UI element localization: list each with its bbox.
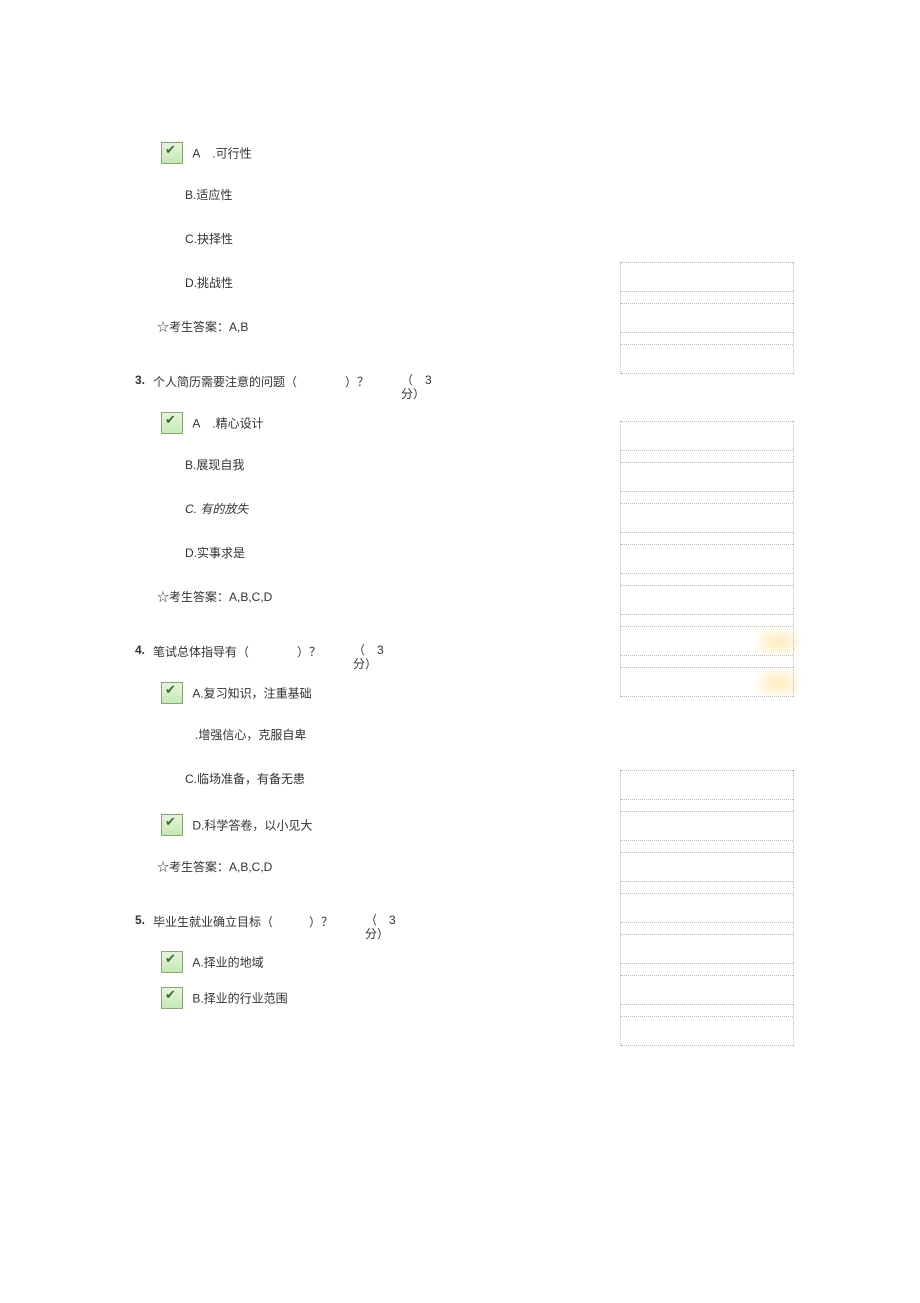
side-row [621, 585, 793, 615]
question-3-block: 3. 个人简历需要注意的问题（ ）？ （ 3 分） A .精心设计 B.展现自我… [135, 373, 555, 605]
candidate-answer: ☆考生答案：A,B,C,D [157, 858, 555, 875]
option-c-row: C.抉择性 [185, 230, 555, 252]
option-a-label: A .精心设计 [192, 416, 263, 430]
candidate-answer: ☆考生答案：A,B,C,D [157, 588, 555, 605]
option-b-row: B.展现自我 [185, 456, 555, 478]
option-a-row: A.复习知识，注重基础 [161, 682, 555, 704]
side-row [621, 262, 793, 292]
question-points-open: （ 3 [353, 643, 384, 657]
option-d-label: D.科学答卷，以小见大 [192, 818, 312, 832]
question-points-close: 分） [365, 927, 389, 941]
question-number: 4. [135, 643, 153, 657]
option-d-row: D.实事求是 [185, 544, 555, 566]
side-table-3 [620, 770, 794, 1046]
question-points-close: 分） [353, 657, 377, 671]
question-text: 笔试总体指导有（ ）？ [153, 643, 321, 660]
option-c-row: C.临场准备，有备无患 [185, 770, 555, 792]
checkbox-icon[interactable] [161, 682, 183, 704]
option-c-label: C. 有的放失 [185, 502, 248, 516]
question-3-header: 3. 个人简历需要注意的问题（ ）？ （ 3 分） [135, 373, 555, 402]
option-a-row: A.择业的地域 [161, 951, 555, 973]
option-d-row: D.挑战性 [185, 274, 555, 296]
option-b-row: .增强信心，克服自卑 [195, 726, 555, 748]
option-a-row: A .可行性 [161, 142, 555, 164]
option-d-row: D.科学答卷，以小见大 [161, 814, 555, 836]
option-b-row: B.择业的行业范围 [161, 987, 555, 1009]
question-4-block: 4. 笔试总体指导有（ ）？ （ 3 分） A.复习知识，注重基础 .增强信心，… [135, 643, 555, 875]
question-points-open: （ 3 [401, 373, 432, 387]
checkbox-icon[interactable] [161, 814, 183, 836]
question-text: 个人简历需要注意的问题（ ）？ [153, 373, 369, 390]
side-row [621, 303, 793, 333]
question-4-header: 4. 笔试总体指导有（ ）？ （ 3 分） [135, 643, 555, 672]
option-d-label: D.实事求是 [185, 546, 245, 560]
question-number: 5. [135, 913, 153, 927]
side-row [621, 811, 793, 841]
option-c-row: C. 有的放失 [185, 500, 555, 522]
checkbox-icon[interactable] [161, 951, 183, 973]
checkbox-icon[interactable] [161, 142, 183, 164]
checkbox-icon[interactable] [161, 412, 183, 434]
checkbox-icon[interactable] [161, 987, 183, 1009]
side-row [621, 421, 793, 451]
side-row [621, 626, 793, 656]
option-b-label: B.适应性 [185, 188, 232, 202]
question-points-close: 分） [401, 387, 425, 401]
option-c-label: C.抉择性 [185, 232, 233, 246]
question-5-header: 5. 毕业生就业确立目标（ ）？ （ 3 分） [135, 913, 555, 942]
side-table-2 [620, 421, 794, 697]
side-row [621, 893, 793, 923]
option-c-label: C.临场准备，有备无患 [185, 772, 305, 786]
side-row [621, 1016, 793, 1046]
side-row [621, 544, 793, 574]
option-b-label: B.择业的行业范围 [192, 992, 287, 1006]
option-b-label: B.展现自我 [185, 458, 244, 472]
option-d-label: D.挑战性 [185, 276, 233, 290]
side-table-1 [620, 262, 794, 374]
question-number: 3. [135, 373, 153, 387]
side-row [621, 852, 793, 882]
question-5-block: 5. 毕业生就业确立目标（ ）？ （ 3 分） A.择业的地域 B.择业的行业范… [135, 913, 555, 1010]
side-row [621, 934, 793, 964]
question-points-open: （ 3 [365, 913, 396, 927]
side-row [621, 975, 793, 1005]
side-row [621, 667, 793, 697]
option-b-row: B.适应性 [185, 186, 555, 208]
side-row [621, 503, 793, 533]
side-row [621, 770, 793, 800]
candidate-answer: ☆考生答案：A,B [157, 318, 555, 335]
question-2-block: A .可行性 B.适应性 C.抉择性 D.挑战性 ☆考生答案：A,B [135, 142, 555, 335]
question-text: 毕业生就业确立目标（ ）？ [153, 913, 333, 930]
option-a-label: A.择业的地域 [192, 956, 263, 970]
option-a-row: A .精心设计 [161, 412, 555, 434]
side-row [621, 462, 793, 492]
option-b-label: .增强信心，克服自卑 [195, 728, 306, 742]
side-row [621, 344, 793, 374]
option-a-label: A.复习知识，注重基础 [192, 686, 311, 700]
option-a-label: A .可行性 [192, 147, 251, 161]
